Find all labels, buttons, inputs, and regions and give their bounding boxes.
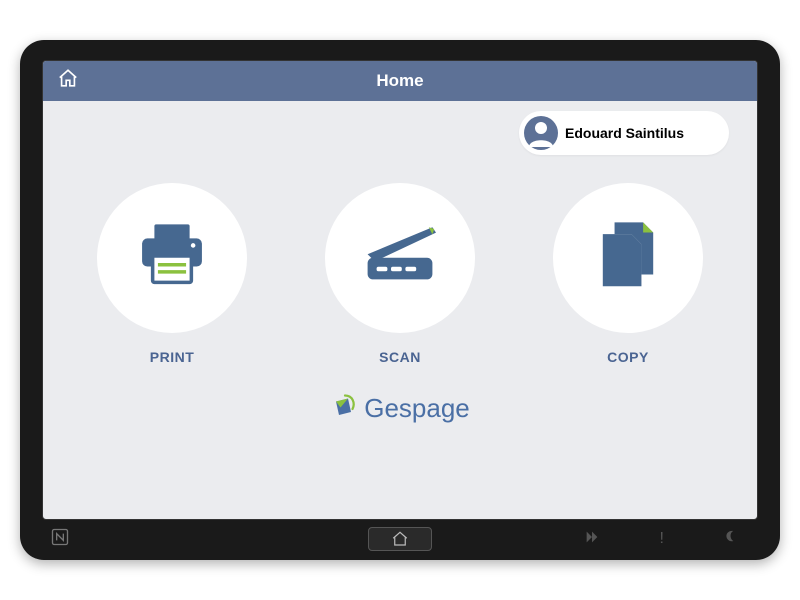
- info-icon: !: [660, 530, 664, 548]
- copy-icon: [586, 210, 670, 307]
- hardware-bottom-bar: !: [42, 522, 758, 556]
- print-button[interactable]: PRINT: [97, 183, 247, 365]
- moon-icon: [724, 529, 740, 550]
- print-label: PRINT: [150, 349, 195, 365]
- print-circle: [97, 183, 247, 333]
- printer-icon: [128, 212, 216, 305]
- user-row: Edouard Saintilus: [43, 101, 757, 155]
- copy-circle: [553, 183, 703, 333]
- user-name: Edouard Saintilus: [565, 125, 684, 141]
- page-title: Home: [43, 71, 757, 91]
- scan-circle: [325, 183, 475, 333]
- copy-button[interactable]: COPY: [553, 183, 703, 365]
- screen: Home Edouard Saintilus: [42, 60, 758, 520]
- scanner-icon: [352, 211, 448, 306]
- device-frame: Home Edouard Saintilus: [20, 40, 780, 560]
- logo-row: Gespage: [43, 365, 757, 442]
- logo-text: Gespage: [364, 393, 470, 424]
- forward-icon: [584, 529, 600, 550]
- nfc-icon: [50, 527, 70, 552]
- user-avatar-icon: [523, 115, 559, 151]
- header-bar: Home: [43, 61, 757, 101]
- copy-label: COPY: [607, 349, 649, 365]
- logo-icon: [330, 391, 360, 426]
- scan-label: SCAN: [379, 349, 421, 365]
- scan-button[interactable]: SCAN: [325, 183, 475, 365]
- user-pill[interactable]: Edouard Saintilus: [519, 111, 729, 155]
- hardware-right-group: !: [584, 529, 740, 550]
- home-icon[interactable]: [57, 68, 79, 95]
- actions-row: PRINT SCAN: [43, 155, 757, 365]
- hardware-home-button[interactable]: [368, 527, 432, 551]
